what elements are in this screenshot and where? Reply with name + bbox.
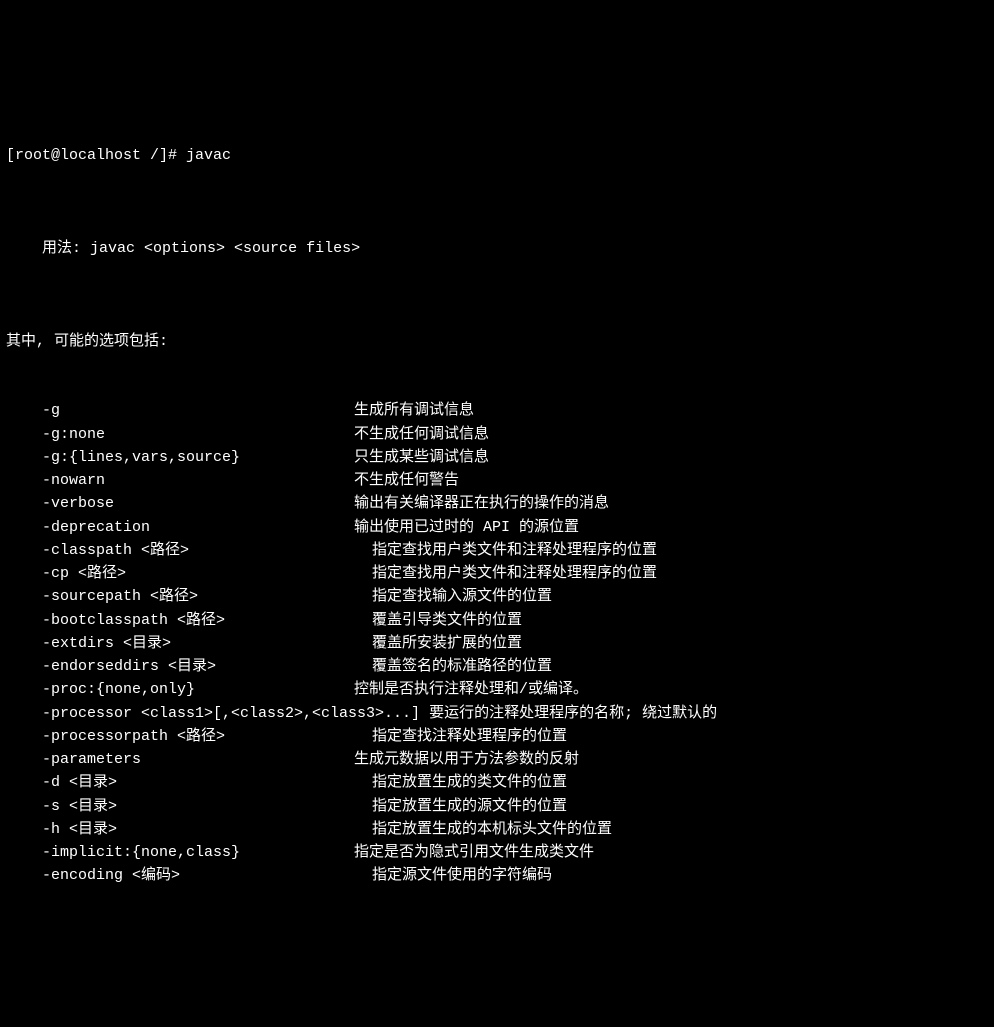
option-flag: -s <目录>	[42, 795, 354, 818]
option-flag: -parameters	[42, 748, 354, 771]
option-flag: -implicit:{none,class}	[42, 841, 354, 864]
option-row: -h <目录> 指定放置生成的本机标头文件的位置	[6, 818, 988, 841]
option-description: 指定查找用户类文件和注释处理程序的位置	[354, 562, 988, 585]
indent	[6, 702, 42, 725]
indent	[6, 771, 42, 794]
indent	[6, 423, 42, 446]
indent	[6, 795, 42, 818]
option-description: 输出有关编译器正在执行的操作的消息	[354, 492, 988, 515]
indent	[6, 748, 42, 771]
option-flag: -extdirs <目录>	[42, 632, 354, 655]
option-row: -proc:{none,only}控制是否执行注释处理和/或编译。	[6, 678, 988, 701]
option-flag: -cp <路径>	[42, 562, 354, 585]
option-row: -encoding <编码> 指定源文件使用的字符编码	[6, 864, 988, 887]
option-row: -d <目录> 指定放置生成的类文件的位置	[6, 771, 988, 794]
option-description: 指定查找用户类文件和注释处理程序的位置	[354, 539, 988, 562]
option-flag: -processor <class1>[,<class2>,<class3>..…	[42, 702, 717, 725]
option-description: 覆盖所安装扩展的位置	[354, 632, 988, 655]
option-description: 覆盖引导类文件的位置	[354, 609, 988, 632]
option-flag: -deprecation	[42, 516, 354, 539]
indent	[6, 864, 42, 887]
option-flag: -classpath <路径>	[42, 539, 354, 562]
option-row: -g:none不生成任何调试信息	[6, 423, 988, 446]
option-row: -implicit:{none,class}指定是否为隐式引用文件生成类文件	[6, 841, 988, 864]
option-description: 指定源文件使用的字符编码	[354, 864, 988, 887]
option-row: -verbose输出有关编译器正在执行的操作的消息	[6, 492, 988, 515]
typed-command: javac	[186, 144, 231, 167]
indent	[6, 841, 42, 864]
option-description: 指定放置生成的类文件的位置	[354, 771, 988, 794]
option-row: -extdirs <目录> 覆盖所安装扩展的位置	[6, 632, 988, 655]
option-flag: -nowarn	[42, 469, 354, 492]
usage-text: javac <options> <source files>	[90, 240, 360, 257]
indent	[6, 399, 42, 422]
option-description: 生成元数据以用于方法参数的反射	[354, 748, 988, 771]
option-flag: -sourcepath <路径>	[42, 585, 354, 608]
option-flag: -proc:{none,only}	[42, 678, 354, 701]
options-header: 其中, 可能的选项包括:	[6, 330, 988, 353]
option-row: -processor <class1>[,<class2>,<class3>..…	[6, 702, 988, 725]
option-description: 只生成某些调试信息	[354, 446, 988, 469]
option-description: 指定查找输入源文件的位置	[354, 585, 988, 608]
option-flag: -processorpath <路径>	[42, 725, 354, 748]
option-description: 控制是否执行注释处理和/或编译。	[354, 678, 988, 701]
indent	[6, 516, 42, 539]
option-row: -classpath <路径> 指定查找用户类文件和注释处理程序的位置	[6, 539, 988, 562]
indent	[6, 585, 42, 608]
option-flag: -verbose	[42, 492, 354, 515]
option-flag: -endorseddirs <目录>	[42, 655, 354, 678]
option-description: 指定放置生成的本机标头文件的位置	[354, 818, 988, 841]
indent	[6, 446, 42, 469]
indent	[6, 678, 42, 701]
option-row: -g生成所有调试信息	[6, 399, 988, 422]
option-flag: -g	[42, 399, 354, 422]
indent	[6, 539, 42, 562]
option-description: 生成所有调试信息	[354, 399, 988, 422]
indent	[6, 655, 42, 678]
indent	[6, 562, 42, 585]
option-row: -deprecation输出使用已过时的 API 的源位置	[6, 516, 988, 539]
option-row: -g:{lines,vars,source}只生成某些调试信息	[6, 446, 988, 469]
indent	[6, 469, 42, 492]
indent	[6, 492, 42, 515]
option-description: 指定放置生成的源文件的位置	[354, 795, 988, 818]
option-flag: -h <目录>	[42, 818, 354, 841]
option-description: 输出使用已过时的 API 的源位置	[354, 516, 988, 539]
option-flag: -bootclasspath <路径>	[42, 609, 354, 632]
usage-label: 用法:	[42, 240, 90, 257]
option-description: 不生成任何调试信息	[354, 423, 988, 446]
option-flag: -encoding <编码>	[42, 864, 354, 887]
option-row: -endorseddirs <目录> 覆盖签名的标准路径的位置	[6, 655, 988, 678]
option-description: 指定查找注释处理程序的位置	[354, 725, 988, 748]
option-row: -cp <路径> 指定查找用户类文件和注释处理程序的位置	[6, 562, 988, 585]
option-flag: -g:none	[42, 423, 354, 446]
indent	[6, 818, 42, 841]
option-row: -bootclasspath <路径> 覆盖引导类文件的位置	[6, 609, 988, 632]
options-list: -g生成所有调试信息 -g:none不生成任何调试信息 -g:{lines,va…	[6, 399, 988, 887]
option-row: -s <目录> 指定放置生成的源文件的位置	[6, 795, 988, 818]
option-row: -nowarn不生成任何警告	[6, 469, 988, 492]
command-prompt-line[interactable]: [root@localhost /]# javac	[6, 144, 988, 167]
option-description: 指定是否为隐式引用文件生成类文件	[354, 841, 988, 864]
option-row: -parameters生成元数据以用于方法参数的反射	[6, 748, 988, 771]
indent	[6, 632, 42, 655]
terminal-output: [root@localhost /]# javac 用法: javac <opt…	[6, 97, 988, 911]
indent	[6, 609, 42, 632]
indent	[6, 725, 42, 748]
shell-prompt: [root@localhost /]#	[6, 144, 186, 167]
option-description: 覆盖签名的标准路径的位置	[354, 655, 988, 678]
option-flag: -g:{lines,vars,source}	[42, 446, 354, 469]
option-flag: -d <目录>	[42, 771, 354, 794]
option-row: -sourcepath <路径> 指定查找输入源文件的位置	[6, 585, 988, 608]
option-row: -processorpath <路径> 指定查找注释处理程序的位置	[6, 725, 988, 748]
usage-line: 用法: javac <options> <source files>	[6, 213, 988, 283]
option-description: 不生成任何警告	[354, 469, 988, 492]
